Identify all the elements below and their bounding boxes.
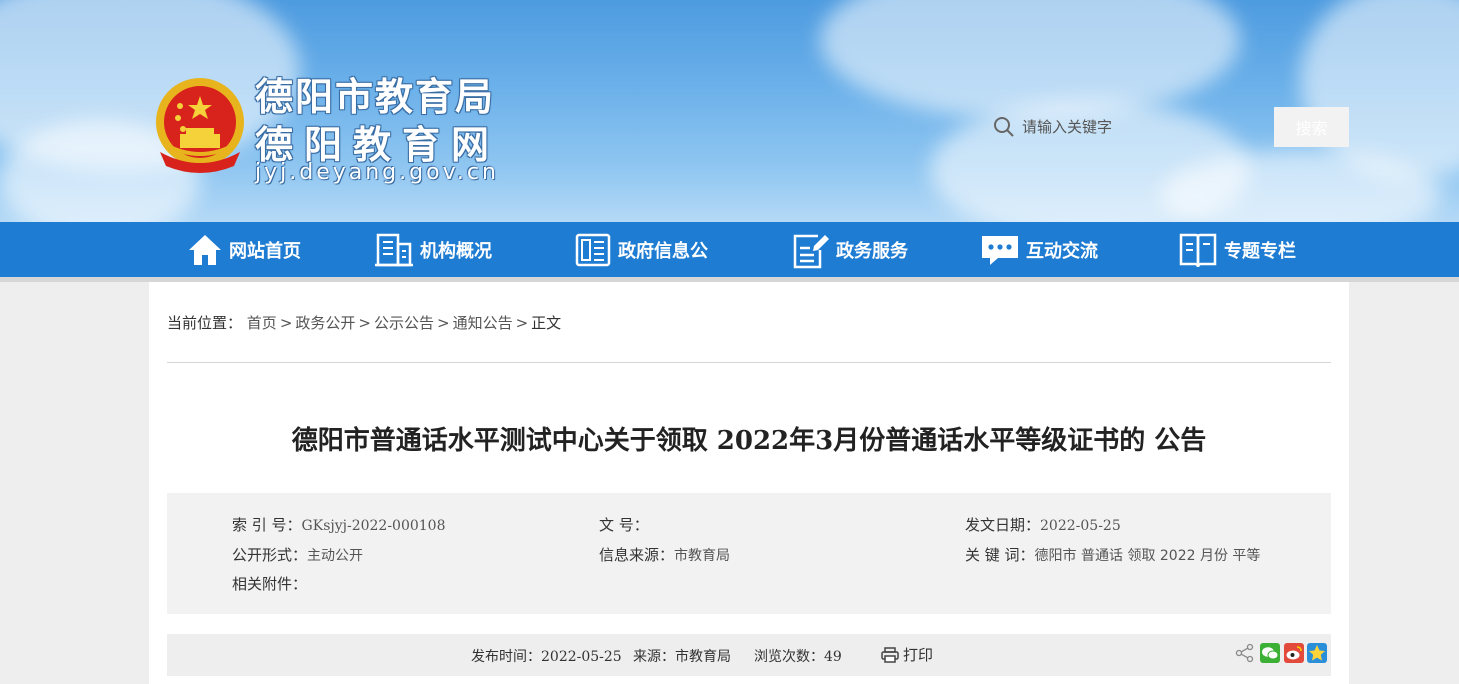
document-icon <box>575 233 611 266</box>
meta-index: 索 引 号：GKsjyj-2022-000108 <box>232 514 446 535</box>
search-input[interactable] <box>1022 112 1262 142</box>
print-label: 打印 <box>903 646 934 664</box>
breadcrumb-prefix: 当前位置： <box>167 314 243 332</box>
article-source: 来源：市教育局 <box>633 646 731 666</box>
content-panel: 当前位置： 首页 > 政务公开 > 公示公告 > 通知公告 > 正文 德阳市普通话水平测试中心关… <box>149 282 1349 684</box>
nav-label: 政府信息公 <box>618 240 708 262</box>
nav-label: 机构概况 <box>420 240 492 262</box>
building-icon <box>375 233 413 266</box>
nav-item-home[interactable]: 网站首页 <box>187 222 301 277</box>
meta-attachments-label: 相关附件： <box>232 575 308 593</box>
meta-keywords-value: 德阳市 普通话 领取 2022 月份 平等 <box>1034 548 1261 564</box>
meta-date-value: 2022-05-25 <box>1040 518 1121 534</box>
meta-date-label: 发文日期： <box>965 516 1041 534</box>
breadcrumb-separator: > <box>279 314 293 332</box>
view-count: 浏览次数：49 <box>754 646 842 666</box>
share-icon[interactable] <box>1235 643 1255 663</box>
book-icon <box>1179 233 1217 267</box>
article-source-value: 市教育局 <box>675 649 731 665</box>
home-icon <box>189 234 221 265</box>
breadcrumb-separator: > <box>515 314 529 332</box>
breadcrumb-link-notices[interactable]: 公示公告 <box>374 314 434 332</box>
search-icon <box>994 117 1014 137</box>
meta-source-value: 市教育局 <box>674 548 731 564</box>
meta-index-value: GKsjyj-2022-000108 <box>301 518 446 534</box>
nav-item-topics[interactable]: 专题专栏 <box>1178 222 1296 277</box>
nav-item-gov-info[interactable]: 政府信息公 <box>574 222 708 277</box>
meta-source-label: 信息来源： <box>599 546 675 564</box>
weibo-share-icon[interactable] <box>1284 643 1304 663</box>
breadcrumb: 当前位置： 首页 > 政务公开 > 公示公告 > 通知公告 > 正文 <box>167 312 561 333</box>
national-emblem-icon <box>156 78 244 173</box>
nav-label: 政务服务 <box>836 240 908 262</box>
nav-label: 专题专栏 <box>1224 240 1296 262</box>
nav-item-organization[interactable]: 机构概况 <box>374 222 492 277</box>
site-header: 德阳市教育局 德阳教育网 jyj.deyang.gov.cn 搜索 <box>0 0 1459 222</box>
meta-attachments: 相关附件： <box>232 573 307 594</box>
search-button[interactable]: 搜索 <box>1274 107 1349 147</box>
nav-item-interaction[interactable]: 互动交流 <box>980 222 1098 277</box>
breadcrumb-link-home[interactable]: 首页 <box>247 314 277 332</box>
breadcrumb-separator: > <box>358 314 371 332</box>
printer-icon <box>881 646 899 663</box>
nav-item-services[interactable]: 政务服务 <box>790 222 908 277</box>
article-source-label: 来源： <box>633 649 675 665</box>
meta-keywords: 关 键 词：德阳市 普通话 领取 2022 月份 平等 <box>965 544 1260 565</box>
publish-time-label: 发布时间： <box>471 649 541 665</box>
qzone-share-icon[interactable] <box>1307 643 1327 663</box>
breadcrumb-divider <box>167 362 1331 363</box>
meta-source: 信息来源：市教育局 <box>599 544 730 565</box>
breadcrumb-link-gov-affairs[interactable]: 政务公开 <box>295 314 355 332</box>
edit-icon <box>793 234 829 268</box>
site-domain: jyj.deyang.gov.cn <box>255 160 499 185</box>
meta-docno: 文 号： <box>599 514 649 535</box>
view-count-value: 49 <box>824 649 842 665</box>
breadcrumb-separator: > <box>437 314 450 332</box>
meta-docno-label: 文 号： <box>599 516 649 534</box>
document-metadata: 索 引 号：GKsjyj-2022-000108 文 号： 发文日期：2022-… <box>167 493 1331 614</box>
site-title-primary: 德阳市教育局 <box>255 75 496 119</box>
publish-time: 发布时间：2022-05-25 <box>471 646 622 666</box>
meta-keywords-label: 关 键 词： <box>965 546 1035 564</box>
wechat-share-icon[interactable] <box>1260 643 1280 663</box>
publish-time-value: 2022-05-25 <box>541 649 622 665</box>
cloud-decoration <box>820 0 1240 120</box>
meta-index-label: 索 引 号： <box>232 516 302 534</box>
meta-date: 发文日期：2022-05-25 <box>965 514 1121 535</box>
nav-label: 网站首页 <box>229 240 301 262</box>
article-title: 德阳市普通话水平测试中心关于领取 2022年3月份普通话水平等级证书的 公告 <box>291 426 1207 456</box>
print-button[interactable]: 打印 <box>881 644 933 665</box>
breadcrumb-link-announcements[interactable]: 通知公告 <box>453 314 513 332</box>
meta-form-value: 主动公开 <box>307 548 364 564</box>
main-nav: 网站首页 机构概况 政府信息公 政务服务 互动交流 专题专栏 <box>0 222 1459 277</box>
chat-icon <box>982 235 1018 265</box>
article-info-bar: 发布时间：2022-05-25 来源：市教育局 浏览次数：49 打印 <box>167 634 1331 676</box>
nav-label: 互动交流 <box>1026 240 1098 262</box>
view-count-label: 浏览次数： <box>754 649 824 665</box>
breadcrumb-current: 正文 <box>531 314 562 332</box>
meta-form-label: 公开形式： <box>232 546 308 564</box>
meta-form: 公开形式：主动公开 <box>232 544 363 565</box>
